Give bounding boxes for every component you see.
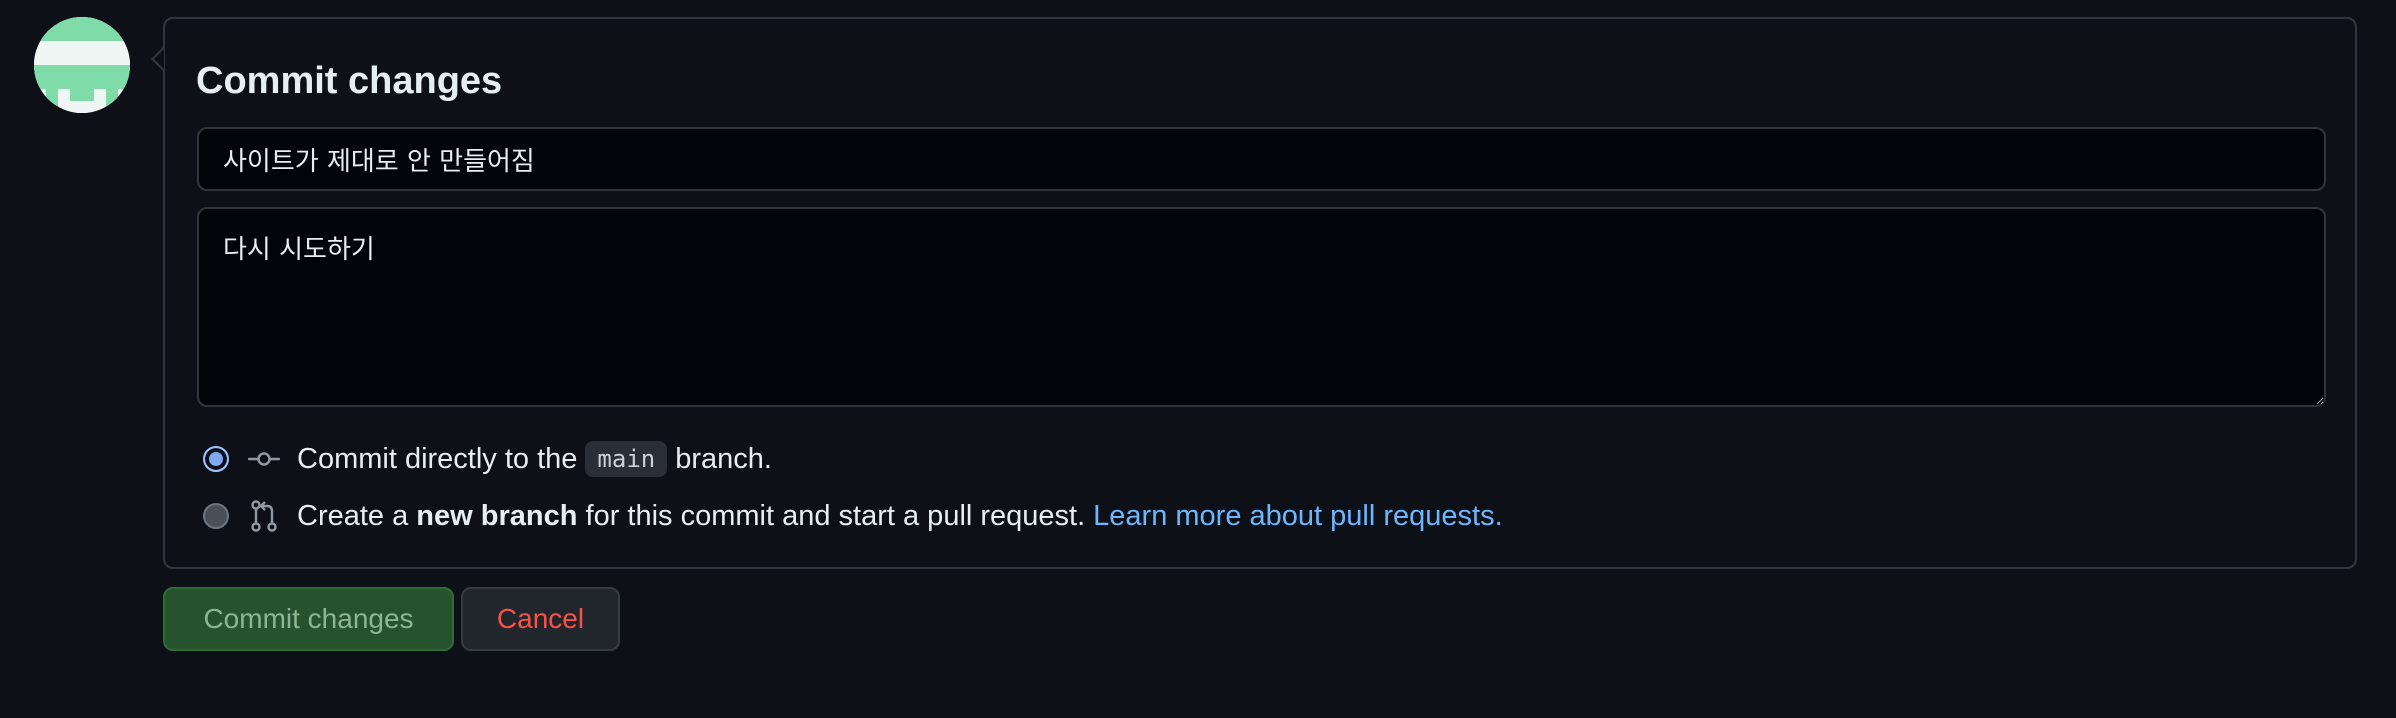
new-branch-radio[interactable] [203, 503, 229, 529]
pull-requests-link[interactable]: Learn more about pull requests. [1093, 500, 1502, 533]
branch-name-code: main [585, 441, 668, 477]
commit-title: Commit changes [196, 60, 503, 102]
commit-direct-suffix: branch. [675, 442, 772, 475]
commit-direct-radio[interactable] [203, 446, 229, 472]
commit-changes-button[interactable]: Commit changes [163, 587, 454, 651]
git-pull-request-icon [247, 499, 281, 533]
commit-direct-prefix: Commit directly to the [297, 442, 578, 475]
identicon-icon [34, 17, 130, 113]
git-commit-icon [247, 442, 281, 476]
new-branch-prefix: Create a [297, 499, 409, 532]
panel-caret-inner [154, 49, 164, 69]
new-branch-option[interactable]: Create a new branch for this commit and … [203, 496, 1503, 536]
new-branch-suffix: for this commit and start a pull request… [585, 499, 1086, 532]
cancel-button[interactable]: Cancel [461, 587, 620, 651]
new-branch-bold: new branch [416, 499, 578, 532]
commit-description-input[interactable]: 다시 시도하기 [197, 207, 2326, 407]
commit-direct-option[interactable]: Commit directly to the main branch. [203, 439, 772, 479]
user-avatar [34, 17, 130, 113]
commit-summary-input[interactable] [197, 127, 2326, 191]
